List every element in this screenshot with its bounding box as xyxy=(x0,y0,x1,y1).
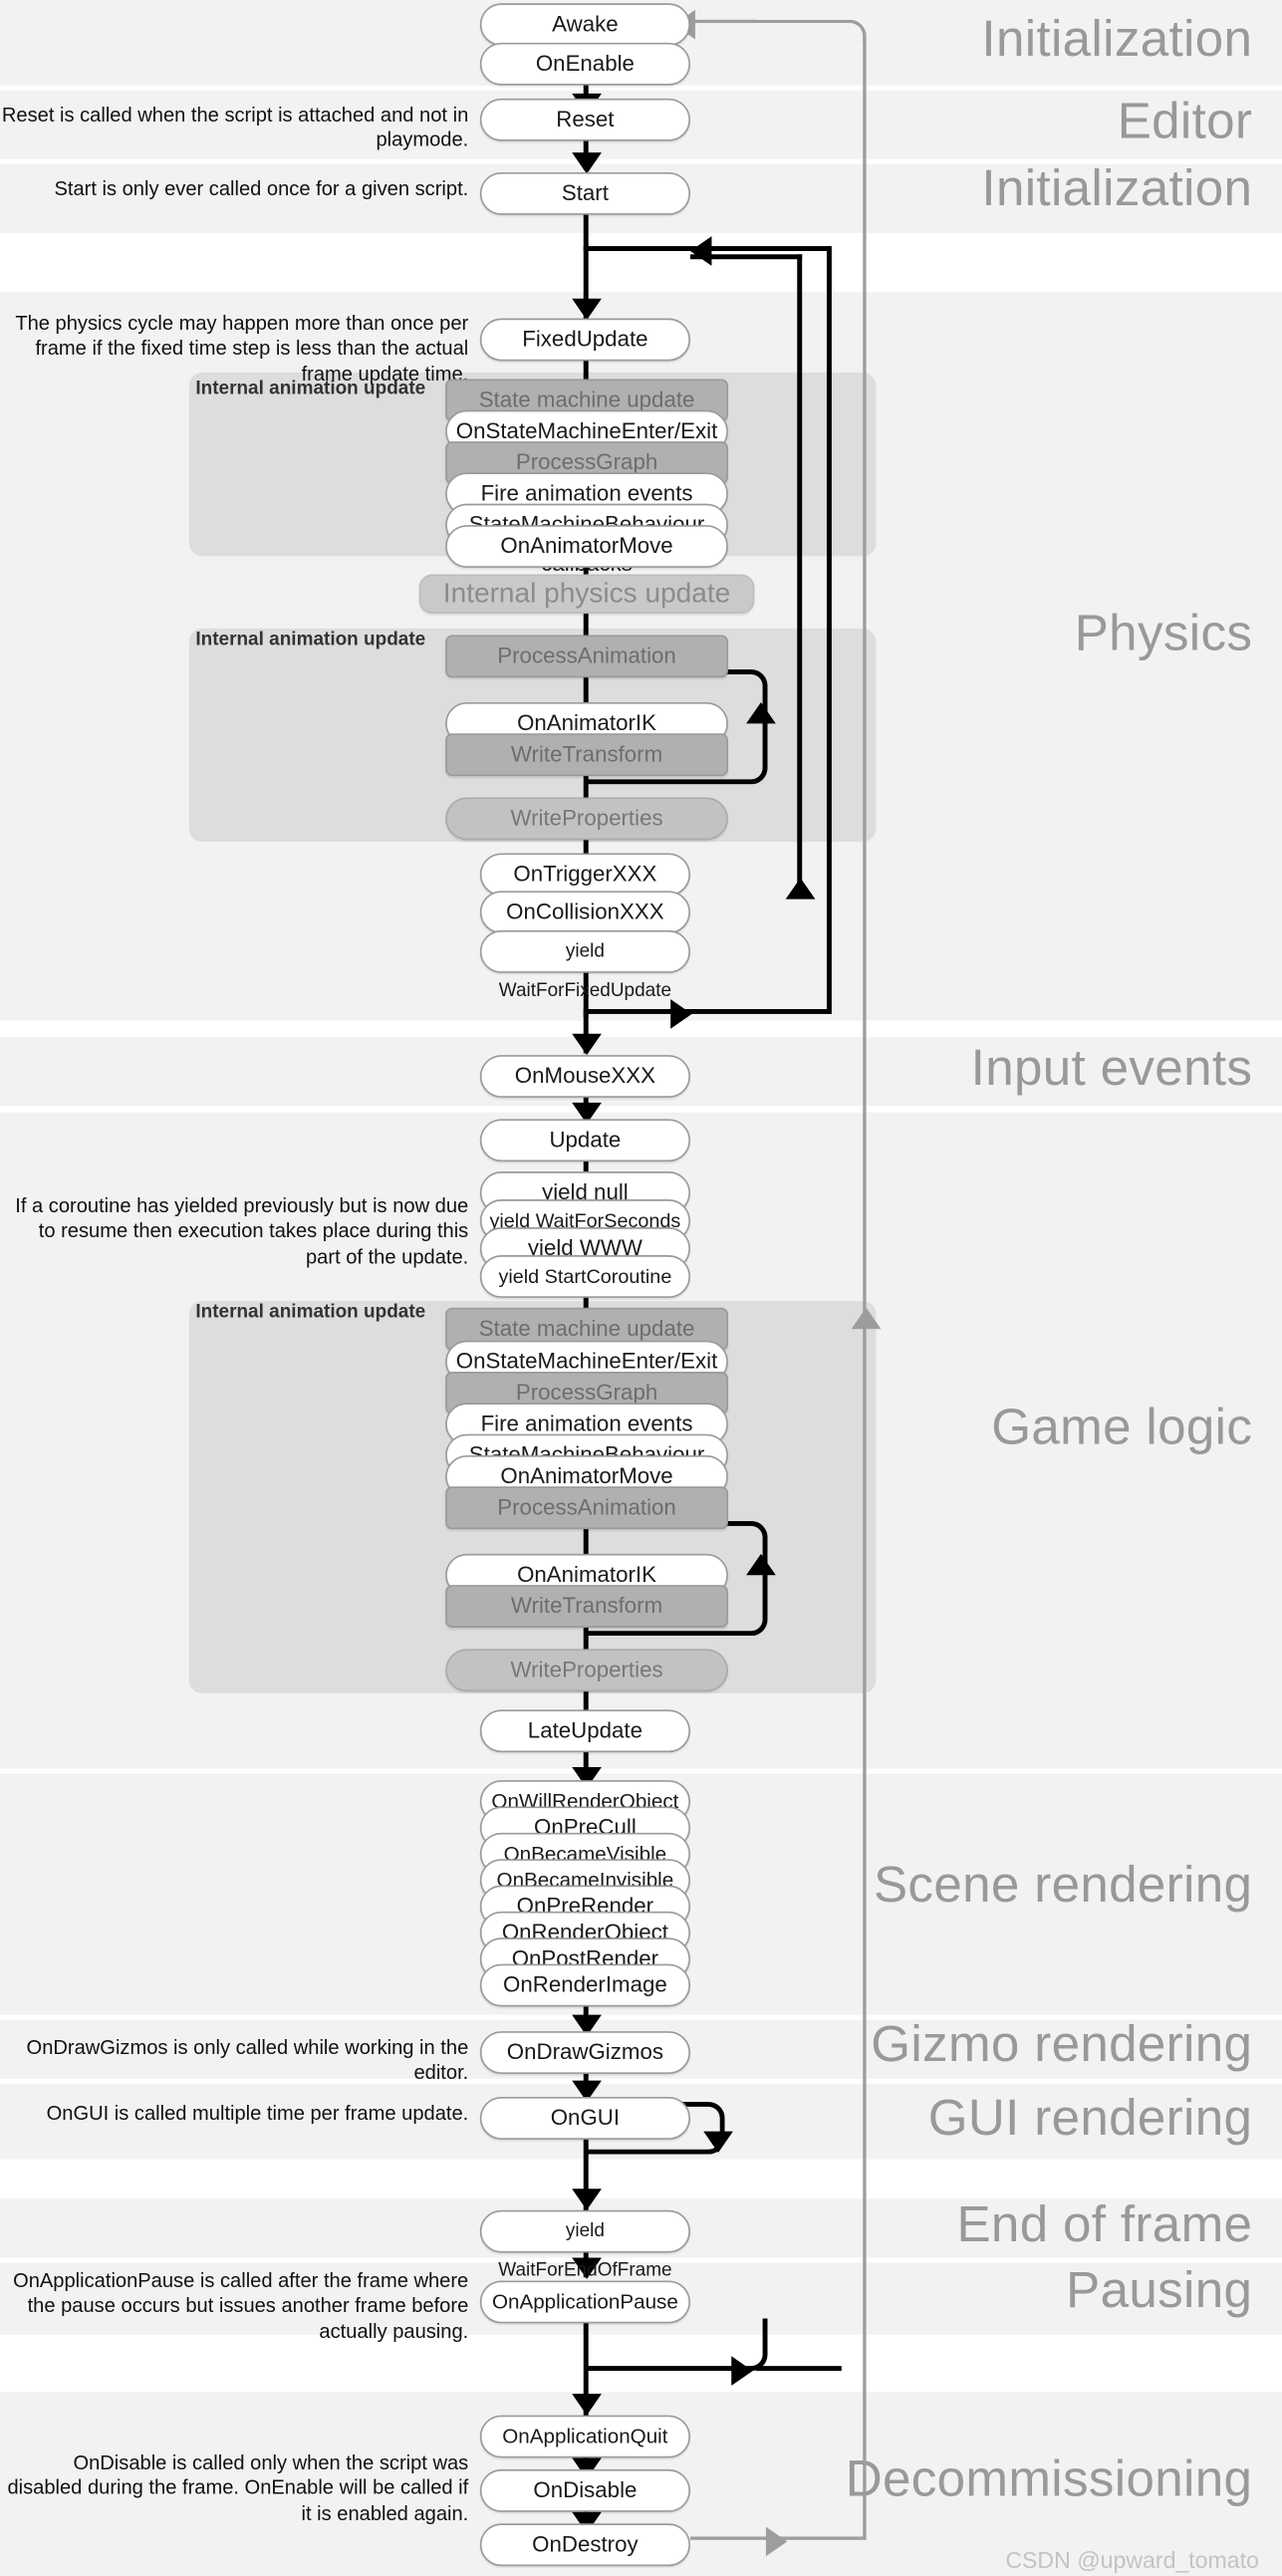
arrowhead-to-fixedupdate xyxy=(572,298,602,321)
band-label-physics: Physics xyxy=(1074,604,1253,661)
node-internal-physics-update[interactable]: Internal physics update xyxy=(418,574,755,615)
restart-path-riser xyxy=(863,32,867,2540)
node-yield-waitforendofframe[interactable]: yield WaitForEndOfFrame xyxy=(479,2209,690,2281)
arrowhead-to-start xyxy=(572,152,602,174)
node-onapplicationpause[interactable]: OnApplicationPause xyxy=(479,2280,690,2324)
node-processanimation-gamelogic[interactable]: ProcessAnimation xyxy=(445,1486,728,1530)
band-label-pausing: Pausing xyxy=(1066,2260,1253,2319)
panel-title-physics-animation-2: Internal animation update xyxy=(195,630,426,650)
node-ondestroy[interactable]: OnDestroy xyxy=(479,2523,690,2567)
node-processanimation-physics[interactable]: ProcessAnimation xyxy=(445,635,728,678)
node-onanimatormove-physics[interactable]: OnAnimatorMove xyxy=(445,525,728,568)
physics-loop-right-riser xyxy=(826,246,832,1014)
restart-path-top xyxy=(690,19,756,24)
unity-execution-order-diagram: Initialization Editor Initialization Phy… xyxy=(0,0,1282,2576)
node-awake[interactable]: Awake xyxy=(479,3,690,47)
loop-frame-back-arrowhead xyxy=(731,2356,753,2386)
band-label-initialization-2: Initialization xyxy=(981,158,1253,217)
note-coroutine: If a coroutine has yielded previously bu… xyxy=(15,1194,469,1268)
node-ontriggerxxx[interactable]: OnTriggerXXX xyxy=(479,853,690,897)
loop-physics-ik-arrowhead xyxy=(746,701,776,724)
band-label-input-events: Input events xyxy=(970,1038,1253,1097)
node-onenable[interactable]: OnEnable xyxy=(479,42,690,86)
note-on-disable: OnDisable is called only when the script… xyxy=(7,2450,469,2525)
node-onmousexxx[interactable]: OnMouseXXX xyxy=(479,1055,690,1098)
loop-gamelogic-ik-arrowhead xyxy=(746,1553,776,1576)
physics-inner-riser xyxy=(797,254,803,895)
note-start: Start is only ever called once for a giv… xyxy=(54,176,469,200)
restart-path-mid-arrowhead xyxy=(851,1307,882,1330)
band-label-initialization-1: Initialization xyxy=(981,9,1253,68)
note-fixedupdate: The physics cycle may happen more than o… xyxy=(15,311,469,386)
node-ondisable[interactable]: OnDisable xyxy=(479,2468,690,2512)
node-reset[interactable]: Reset xyxy=(479,98,690,141)
restart-path-elbow xyxy=(690,19,867,43)
node-lateupdate[interactable]: LateUpdate xyxy=(479,1709,690,1753)
loop-ongui-arrowhead xyxy=(703,2131,733,2154)
node-yield-startcoroutine[interactable]: yield StartCoroutine xyxy=(479,1255,690,1298)
note-application-pause: OnApplicationPause is called after the f… xyxy=(13,2268,469,2343)
restart-path-bottom-arrowhead xyxy=(765,2526,788,2557)
node-yield-waitforfixedupdate[interactable]: yield WaitForFixedUpdate xyxy=(479,929,690,1001)
node-writeproperties-physics[interactable]: WriteProperties xyxy=(445,797,728,841)
arrowhead-to-onmouse xyxy=(572,1033,602,1056)
physics-loop-bottom-arrowhead xyxy=(670,999,692,1029)
band-label-gizmo-rendering: Gizmo rendering xyxy=(871,2014,1253,2073)
note-draw-gizmos: OnDrawGizmos is only called while workin… xyxy=(26,2036,469,2085)
node-onrenderimage[interactable]: OnRenderImage xyxy=(479,1963,690,2007)
band-label-decommissioning: Decommissioning xyxy=(845,2449,1253,2507)
node-writetransform-physics[interactable]: WriteTransform xyxy=(445,733,728,777)
band-label-end-of-frame: End of frame xyxy=(956,2194,1253,2253)
note-reset: Reset is called when the script is attac… xyxy=(1,103,469,151)
node-ondrawgizmos[interactable]: OnDrawGizmos xyxy=(479,2031,690,2074)
band-label-gui-rendering: GUI rendering xyxy=(927,2088,1253,2147)
node-writetransform-gamelogic[interactable]: WriteTransform xyxy=(445,1585,728,1628)
loop-frame-back-line xyxy=(756,2366,842,2372)
node-writeproperties-gamelogic[interactable]: WriteProperties xyxy=(445,1649,728,1692)
node-fixedupdate[interactable]: FixedUpdate xyxy=(479,318,690,362)
watermark: CSDN @upward_tomato xyxy=(1005,2546,1259,2573)
panel-title-gamelogic-animation: Internal animation update xyxy=(195,1302,426,1323)
physics-loop-arrowhead xyxy=(690,236,712,266)
band-label-game-logic: Game logic xyxy=(991,1398,1253,1456)
arrowhead-to-endofframe xyxy=(572,2189,602,2210)
note-ongui: OnGUI is called multiple time per frame … xyxy=(46,2101,469,2126)
node-update[interactable]: Update xyxy=(479,1119,690,1162)
band-label-scene-rendering: Scene rendering xyxy=(873,1855,1253,1914)
node-ongui[interactable]: OnGUI xyxy=(479,2097,690,2140)
band-label-editor: Editor xyxy=(1117,92,1253,149)
node-start[interactable]: Start xyxy=(479,171,690,215)
physics-inner-arrowhead xyxy=(785,878,816,900)
node-oncollisionxxx[interactable]: OnCollisionXXX xyxy=(479,891,690,934)
arrowhead-to-quit xyxy=(572,2394,602,2416)
node-onapplicationquit[interactable]: OnApplicationQuit xyxy=(479,2415,690,2458)
